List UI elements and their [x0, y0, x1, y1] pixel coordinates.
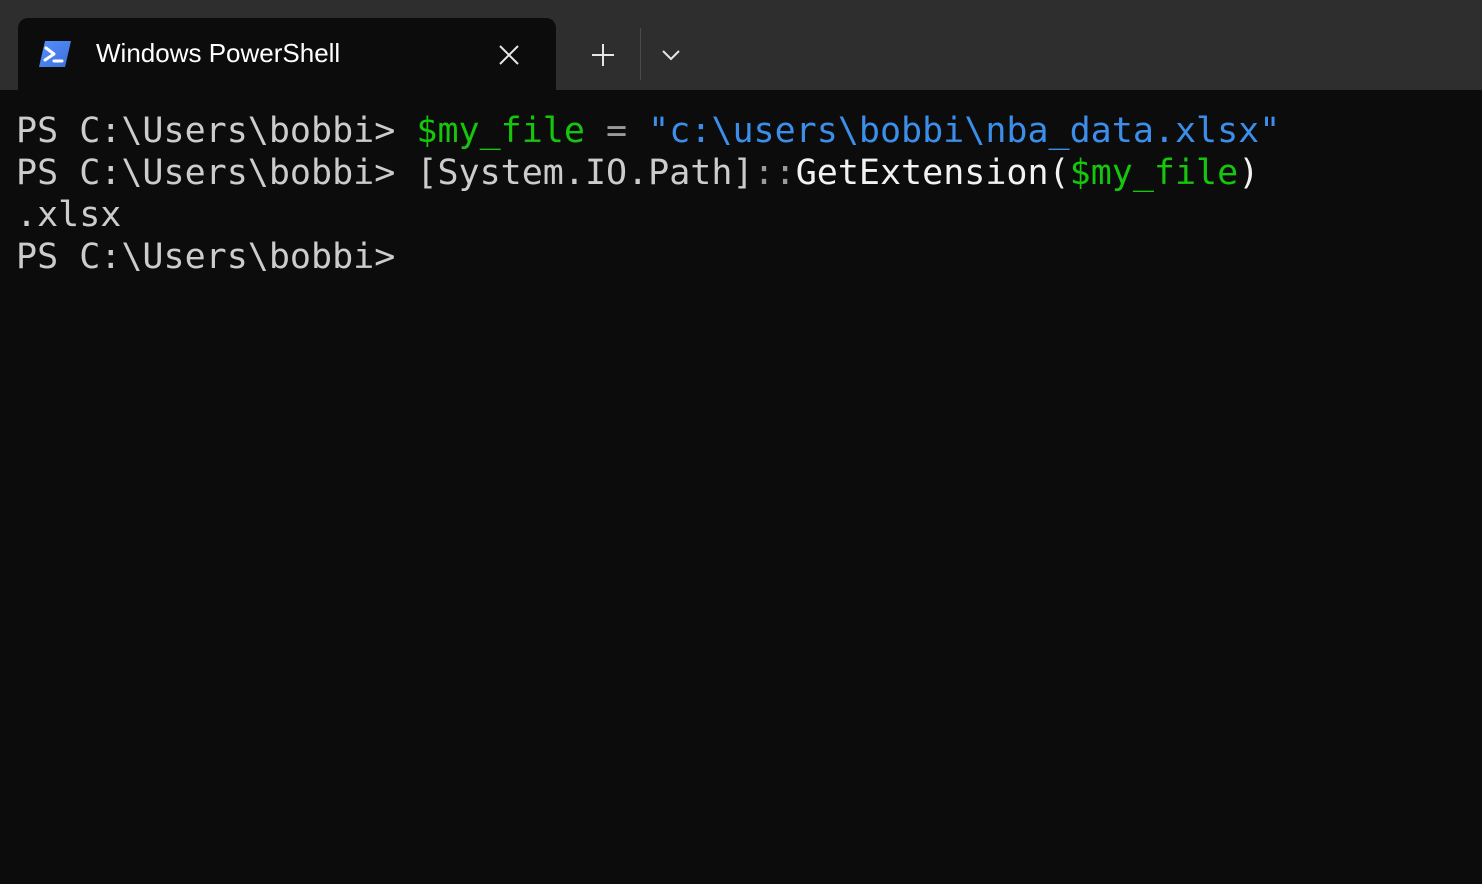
command-output: .xlsx: [16, 195, 122, 235]
string-token: "c:\users\bobbi\nba_data.xlsx": [648, 111, 1281, 151]
operator-token: =: [584, 111, 649, 151]
console-line: .xlsx: [16, 194, 121, 236]
console-output[interactable]: PS C:\Users\bobbi> $my_file = "c:\users\…: [0, 90, 1482, 884]
powershell-icon: [38, 40, 72, 68]
toolbar-divider: [640, 28, 641, 80]
paren-token: ): [1238, 153, 1260, 193]
method-token: GetExtension(: [795, 153, 1070, 193]
tab-title: Windows PowerShell: [96, 38, 341, 68]
prompt: PS C:\Users\bobbi>: [16, 237, 396, 277]
console-line: PS C:\Users\bobbi> [System.IO.Path]::Get…: [16, 152, 1259, 194]
tab-windows-powershell[interactable]: Windows PowerShell: [18, 18, 556, 90]
close-icon[interactable]: [492, 38, 526, 72]
plus-icon[interactable]: [582, 34, 624, 76]
variable-token: $my_file: [1069, 153, 1239, 193]
prompt: PS C:\Users\bobbi>: [16, 153, 417, 193]
title-bar: Windows PowerShell: [0, 0, 1482, 90]
terminal-window: Windows PowerShell PS C:\Users\bobbi> $m…: [0, 0, 1482, 884]
prompt: PS C:\Users\bobbi>: [16, 111, 417, 151]
chevron-down-icon[interactable]: [652, 36, 690, 74]
operator-token: ::: [753, 153, 796, 193]
variable-token: $my_file: [416, 111, 585, 151]
type-token: [System.IO.Path]: [416, 153, 754, 193]
console-line: PS C:\Users\bobbi>: [16, 236, 395, 278]
console-line: PS C:\Users\bobbi> $my_file = "c:\users\…: [16, 110, 1280, 152]
